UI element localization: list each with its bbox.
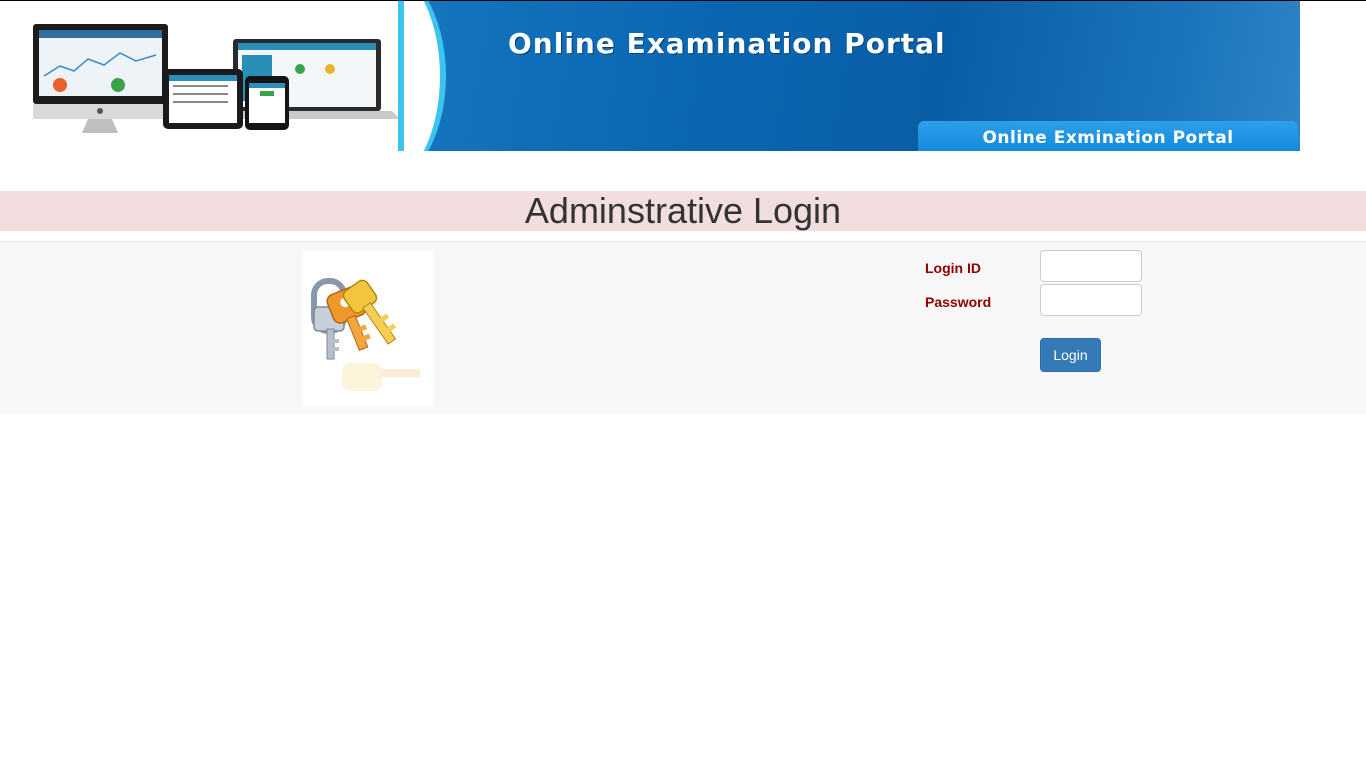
keys-icon (302, 251, 434, 406)
login-id-input[interactable] (1040, 250, 1142, 282)
login-button[interactable]: Login (1040, 338, 1101, 372)
page-title: Adminstrative Login (0, 191, 1366, 231)
banner-subtitle: Online Exmination Portal (918, 121, 1298, 151)
login-id-label: Login ID (925, 260, 981, 276)
login-panel: Login ID Password Login (0, 241, 1366, 414)
header-banner: Online Examination Portal Online Exminat… (0, 1, 1300, 151)
password-input[interactable] (1040, 284, 1142, 316)
banner-title: Online Examination Portal (508, 27, 946, 60)
devices-illustration (33, 24, 400, 133)
password-label: Password (925, 294, 992, 310)
banner-divider (398, 1, 404, 151)
